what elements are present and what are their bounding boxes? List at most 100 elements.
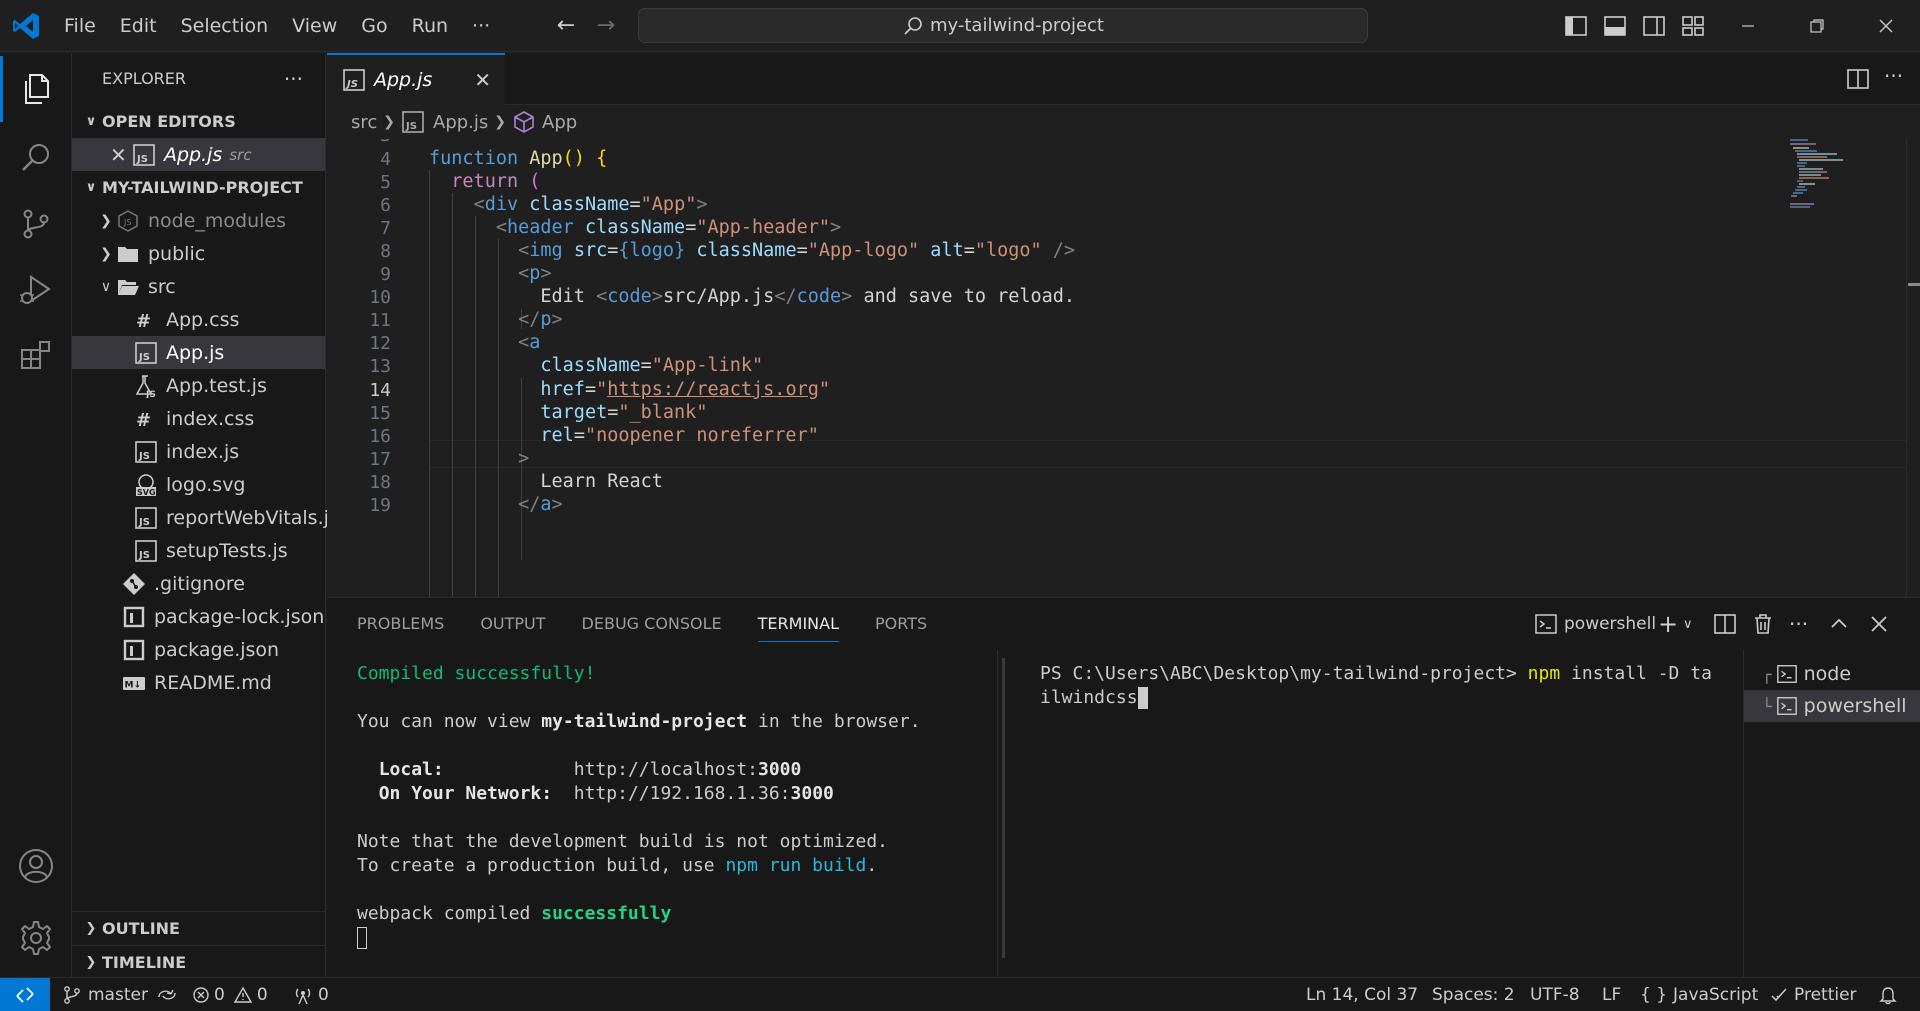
tree-item-index-css[interactable]: # index.css	[72, 402, 325, 435]
terminal-icon	[1776, 697, 1797, 715]
tree-item-logo-svg[interactable]: SVG logo.svg	[72, 468, 325, 501]
tree-item-index-js[interactable]: JS index.js	[72, 435, 325, 468]
tab-app-js[interactable]: JS App.js ✕	[327, 53, 505, 105]
tree-item-app-css[interactable]: # App.css	[72, 303, 325, 336]
tree-item-package-json[interactable]: package.json	[72, 633, 325, 666]
language-mode[interactable]: { } JavaScript	[1640, 978, 1758, 1011]
menu-selection[interactable]: Selection	[169, 0, 281, 52]
tree-item-readme-md[interactable]: M↓ README.md	[72, 666, 325, 699]
tree-item-node-modules[interactable]: ❯ JS node_modules	[72, 204, 325, 237]
tree-item-report-web-vitals-js[interactable]: JS reportWebVitals.js	[72, 501, 339, 534]
tab-debug-console[interactable]: DEBUG CONSOLE	[564, 598, 740, 650]
explorer-view-button[interactable]	[0, 56, 72, 122]
token: src/App.js	[662, 286, 775, 307]
breadcrumb-file[interactable]: App.js	[433, 112, 488, 133]
close-window-icon[interactable]	[1856, 0, 1916, 52]
terminal-list-item-powershell[interactable]: └ powershell	[1744, 690, 1920, 722]
eol-indicator[interactable]: LF	[1602, 978, 1621, 1011]
customize-layout-icon[interactable]	[1681, 14, 1705, 38]
back-arrow-icon[interactable]: ←	[552, 12, 580, 40]
tab-ports[interactable]: PORTS	[857, 598, 945, 650]
trash-icon[interactable]	[1751, 612, 1775, 636]
svg-text:JS: JS	[136, 154, 148, 165]
line-number: 14	[369, 380, 391, 401]
menu-edit[interactable]: Edit	[108, 0, 169, 52]
source-control-view-button[interactable]	[0, 191, 72, 257]
code-line-4: function App() {	[429, 148, 607, 169]
code-line-19: </a>	[429, 494, 563, 515]
close-icon[interactable]: ✕	[110, 143, 132, 167]
terminal-list-item-node[interactable]: ┌ node	[1744, 658, 1920, 690]
menu-go[interactable]: Go	[349, 0, 399, 52]
chevron-down-icon[interactable]: ∨	[1683, 612, 1693, 636]
close-tab-icon[interactable]: ✕	[474, 68, 491, 92]
problems-indicator[interactable]: 0 0	[192, 978, 268, 1011]
svg-text:JS: JS	[405, 121, 417, 132]
more-actions-icon[interactable]: ···	[284, 53, 303, 105]
minimize-icon[interactable]	[1718, 0, 1778, 52]
forward-arrow-icon[interactable]: →	[592, 12, 620, 40]
search-view-button[interactable]	[0, 125, 72, 191]
token: "	[596, 379, 608, 400]
maximize-panel-icon[interactable]	[1827, 612, 1851, 636]
cursor-position[interactable]: Ln 14, Col 37	[1306, 978, 1418, 1011]
breadcrumb-src[interactable]: src	[351, 112, 377, 133]
remote-indicator[interactable]	[0, 978, 50, 1011]
terminal-node[interactable]: Compiled successfully! You can now view …	[327, 650, 1005, 978]
toggle-primary-sidebar-icon[interactable]	[1564, 14, 1588, 38]
tab-problems[interactable]: PROBLEMS	[327, 598, 462, 650]
terminal-build-command: npm run build	[725, 855, 867, 876]
panel-more-actions-icon[interactable]: ···	[1789, 612, 1808, 636]
tab-output[interactable]: OUTPUT	[462, 598, 563, 650]
tree-item-src[interactable]: ∨ src	[72, 270, 325, 303]
minimap[interactable]	[1789, 139, 1909, 597]
new-terminal-icon[interactable]: +	[1658, 610, 1678, 638]
restore-icon[interactable]	[1787, 0, 1847, 52]
tab-terminal[interactable]: TERMINAL	[740, 598, 857, 650]
timeline-section[interactable]: ❯ TIMELINE	[72, 945, 326, 978]
token: Learn React	[540, 471, 663, 492]
tree-item-package-lock-json[interactable]: package-lock.json	[72, 600, 325, 633]
tree-item-gitignore[interactable]: .gitignore	[72, 567, 325, 600]
breadcrumb-symbol[interactable]: App	[542, 112, 577, 133]
open-editor-item[interactable]: ✕ JS App.js src	[72, 138, 325, 171]
project-section[interactable]: ∨ MY-TAILWIND-PROJECT	[72, 171, 325, 204]
tree-item-public[interactable]: ❯ public	[72, 237, 325, 270]
editor-more-actions-icon[interactable]: ···	[1884, 66, 1908, 91]
tree-item-app-js[interactable]: JS App.js	[72, 336, 325, 369]
tree-item-setup-tests-js[interactable]: JS setupTests.js	[72, 534, 325, 567]
split-terminal-icon[interactable]	[1713, 612, 1737, 636]
link-token[interactable]: https://reactjs.org	[607, 379, 819, 400]
code-editor[interactable]: 3 4 5 6 7 8 9 10 11 12 13 14 15 16 17 18…	[327, 139, 1920, 597]
token: =	[685, 217, 697, 238]
menu-more[interactable]: ···	[460, 0, 502, 52]
encoding-indicator[interactable]: UTF-8	[1530, 978, 1580, 1011]
vertical-scrollbar[interactable]	[1906, 139, 1920, 597]
manage-settings-button[interactable]	[0, 905, 72, 971]
menu-run[interactable]: Run	[400, 0, 460, 52]
toggle-panel-icon[interactable]	[1603, 14, 1627, 38]
remote-icon	[16, 987, 34, 1003]
run-debug-view-button[interactable]	[0, 257, 72, 323]
close-panel-icon[interactable]	[1867, 612, 1891, 636]
indentation-indicator[interactable]: Spaces: 2	[1432, 978, 1515, 1011]
command-center-search[interactable]: my-tailwind-project	[638, 8, 1368, 43]
svg-text:M↓: M↓	[125, 680, 142, 690]
toggle-secondary-sidebar-icon[interactable]	[1642, 14, 1666, 38]
ports-indicator[interactable]: 0	[292, 978, 329, 1011]
accounts-button[interactable]	[0, 833, 72, 899]
vscode-logo-icon[interactable]	[10, 10, 42, 42]
notifications-button[interactable]	[1878, 978, 1898, 1011]
extensions-view-button[interactable]	[0, 323, 72, 389]
terminal-powershell[interactable]: PS C:\Users\ABC\Desktop\my-tailwind-proj…	[998, 650, 1743, 978]
line-number: 7	[380, 218, 391, 239]
split-editor-icon[interactable]	[1846, 67, 1870, 91]
menu-file[interactable]: File	[52, 0, 108, 52]
branch-indicator[interactable]: master	[62, 978, 178, 1011]
menu-view[interactable]: View	[280, 0, 349, 52]
open-editors-section[interactable]: ∨ OPEN EDITORS	[72, 105, 325, 138]
outline-section[interactable]: ❯ OUTLINE	[72, 912, 326, 945]
prettier-indicator[interactable]: Prettier	[1770, 978, 1857, 1011]
shell-selector[interactable]: powershell	[1534, 612, 1656, 636]
tree-item-app-test-js[interactable]: JS App.test.js	[72, 369, 325, 402]
